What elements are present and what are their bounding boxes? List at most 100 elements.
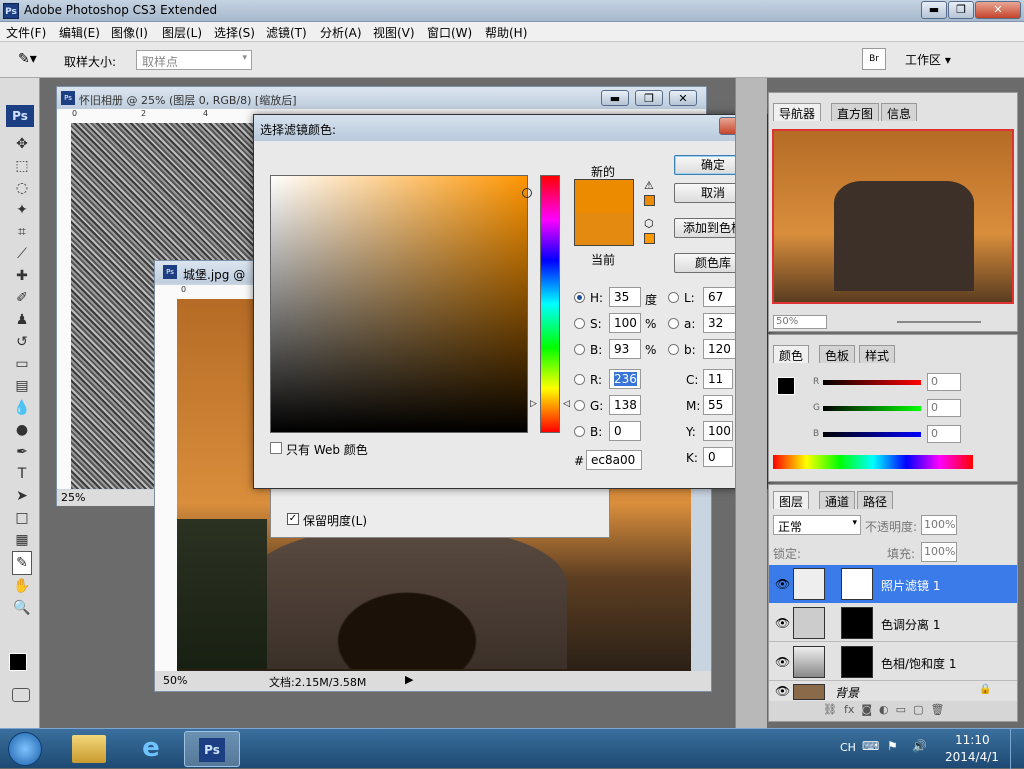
sample-size-select[interactable]: 取样点 ▾ — [136, 50, 252, 70]
navigator-thumbnail[interactable] — [772, 129, 1014, 304]
menu-edit[interactable]: 编辑(E) — [59, 24, 100, 41]
menu-layer[interactable]: 图层(L) — [162, 24, 202, 41]
lasso-tool-icon[interactable]: ◌ — [12, 177, 32, 199]
slider-g[interactable] — [823, 406, 921, 411]
eyedropper-icon[interactable]: ✎▾ — [18, 51, 38, 69]
internet-explorer-icon[interactable]: e — [134, 733, 168, 765]
tab-info[interactable]: 信息 — [881, 103, 918, 121]
slider-b[interactable] — [823, 432, 921, 437]
document-restore-button[interactable]: ❐ — [635, 90, 663, 106]
new-layer-icon[interactable]: ▢ — [913, 703, 923, 716]
brush-tool-icon[interactable]: ✐ — [12, 287, 32, 309]
eye-icon[interactable]: 👁 — [775, 577, 790, 591]
a-radio[interactable] — [668, 318, 679, 329]
r-radio[interactable] — [574, 374, 585, 385]
eye-icon[interactable]: 👁 — [775, 684, 790, 698]
b-field[interactable]: 93 — [609, 339, 641, 359]
type-tool-icon[interactable]: T — [12, 463, 32, 485]
eyedropper-tool-icon[interactable]: ✎ — [12, 551, 32, 575]
fill-field[interactable]: 100% — [921, 542, 957, 562]
hand-tool-icon[interactable]: ✋ — [12, 575, 32, 597]
layer-mask-thumbnail[interactable] — [841, 568, 873, 600]
healing-brush-icon[interactable]: ✚ — [12, 265, 32, 287]
color-spectrum-ramp[interactable] — [773, 455, 973, 469]
k-field[interactable]: 0 — [703, 447, 733, 467]
web-only-checkbox[interactable] — [270, 442, 282, 454]
zoom-tool-icon[interactable]: 🔍 — [12, 597, 32, 619]
r-field[interactable]: 236 — [609, 369, 641, 389]
gamut-warning-icon[interactable]: ⚠ — [644, 179, 654, 192]
add-mask-icon[interactable]: ◙ — [861, 703, 872, 716]
hue-slider[interactable] — [540, 175, 560, 433]
layer-name[interactable]: 背景 — [835, 684, 859, 700]
foreground-color-swatch[interactable] — [9, 653, 27, 671]
new-group-icon[interactable]: ▭ — [896, 703, 906, 716]
y-field[interactable]: 100 — [703, 421, 733, 441]
clock-time[interactable]: 11:10 — [955, 733, 990, 747]
layer-name[interactable]: 色调分离 1 — [881, 616, 940, 633]
path-select-icon[interactable]: ➤ — [12, 485, 32, 507]
action-center-icon[interactable]: ⚑ — [887, 739, 898, 753]
shape-tool-icon[interactable]: □ — [12, 507, 32, 529]
fx-icon[interactable]: fx — [844, 703, 854, 716]
tab-channels[interactable]: 通道 — [819, 491, 856, 509]
keyboard-icon[interactable]: ⌨ — [862, 739, 879, 753]
tab-layers[interactable]: 图层 — [773, 491, 810, 509]
tab-histogram[interactable]: 直方图 — [831, 103, 880, 121]
history-brush-icon[interactable]: ↺ — [12, 331, 32, 353]
layer-row[interactable]: 👁 照片滤镜 1 — [769, 565, 1017, 603]
tab-swatches[interactable]: 色板 — [819, 345, 856, 363]
layer-row[interactable]: 👁 色相/饱和度 1 — [769, 643, 1017, 681]
rgb-b-radio[interactable] — [574, 426, 585, 437]
tab-color[interactable]: 颜色 — [773, 345, 810, 363]
slider-r-value[interactable]: 0 — [927, 373, 961, 391]
blur-tool-icon[interactable]: 💧 — [12, 397, 32, 419]
s-radio[interactable] — [574, 318, 585, 329]
menu-window[interactable]: 窗口(W) — [427, 24, 472, 41]
gradient-tool-icon[interactable]: ▤ — [12, 375, 32, 397]
link-layers-icon[interactable]: ⛓ — [823, 703, 837, 716]
document-close-button[interactable]: ✕ — [669, 90, 697, 106]
tab-navigator[interactable]: 导航器 — [773, 103, 822, 121]
restore-button[interactable]: ❐ — [948, 1, 974, 19]
trash-icon[interactable]: 🗑 — [930, 703, 944, 716]
b-radio[interactable] — [574, 344, 585, 355]
navigator-zoom-field[interactable]: 50% — [773, 315, 827, 329]
bridge-icon[interactable]: Br — [862, 48, 886, 70]
status-arrow-icon[interactable]: ▶ — [405, 673, 413, 686]
layer-mask-thumbnail[interactable] — [841, 607, 873, 639]
color-field-marker[interactable] — [522, 188, 532, 198]
minimize-button[interactable]: ▬ — [921, 1, 947, 19]
start-button[interactable] — [8, 732, 42, 766]
workspace-menu[interactable]: 工作区 ▾ — [905, 51, 951, 68]
lab-b-radio[interactable] — [668, 344, 679, 355]
eye-icon[interactable]: 👁 — [775, 655, 790, 669]
menu-filter[interactable]: 滤镜(T) — [266, 24, 307, 41]
show-desktop-button[interactable] — [1010, 729, 1024, 769]
h-radio[interactable] — [574, 292, 585, 303]
hex-field[interactable]: ec8a00 — [586, 450, 642, 470]
menu-image[interactable]: 图像(I) — [111, 24, 148, 41]
zoom-readout[interactable]: 50% — [163, 674, 187, 687]
menu-file[interactable]: 文件(F) — [6, 24, 46, 41]
layer-name[interactable]: 色相/饱和度 1 — [881, 655, 957, 672]
color-panel-foreground[interactable] — [777, 377, 795, 395]
layer-mask-thumbnail[interactable] — [841, 646, 873, 678]
menu-help[interactable]: 帮助(H) — [485, 24, 527, 41]
marquee-tool-icon[interactable]: ⬚ — [12, 155, 32, 177]
g-radio[interactable] — [574, 400, 585, 411]
web-safe-cube-icon[interactable]: ⬡ — [644, 217, 654, 230]
layer-name[interactable]: 照片滤镜 1 — [881, 577, 940, 594]
opacity-field[interactable]: 100% — [921, 515, 957, 535]
photoshop-taskbar-button[interactable]: Ps — [184, 731, 240, 767]
layer-row[interactable]: 👁 色调分离 1 — [769, 604, 1017, 642]
color-field[interactable] — [270, 175, 532, 433]
slider-b-value[interactable]: 0 — [927, 425, 961, 443]
c-field[interactable]: 11 — [703, 369, 733, 389]
menu-view[interactable]: 视图(V) — [373, 24, 415, 41]
crop-tool-icon[interactable]: ⌗ — [12, 221, 32, 243]
slider-r[interactable] — [823, 380, 921, 385]
dodge-tool-icon[interactable]: ● — [12, 419, 32, 441]
slice-tool-icon[interactable]: ⟋ — [12, 243, 32, 265]
adjustment-layer-icon[interactable]: ◐ — [879, 703, 889, 716]
